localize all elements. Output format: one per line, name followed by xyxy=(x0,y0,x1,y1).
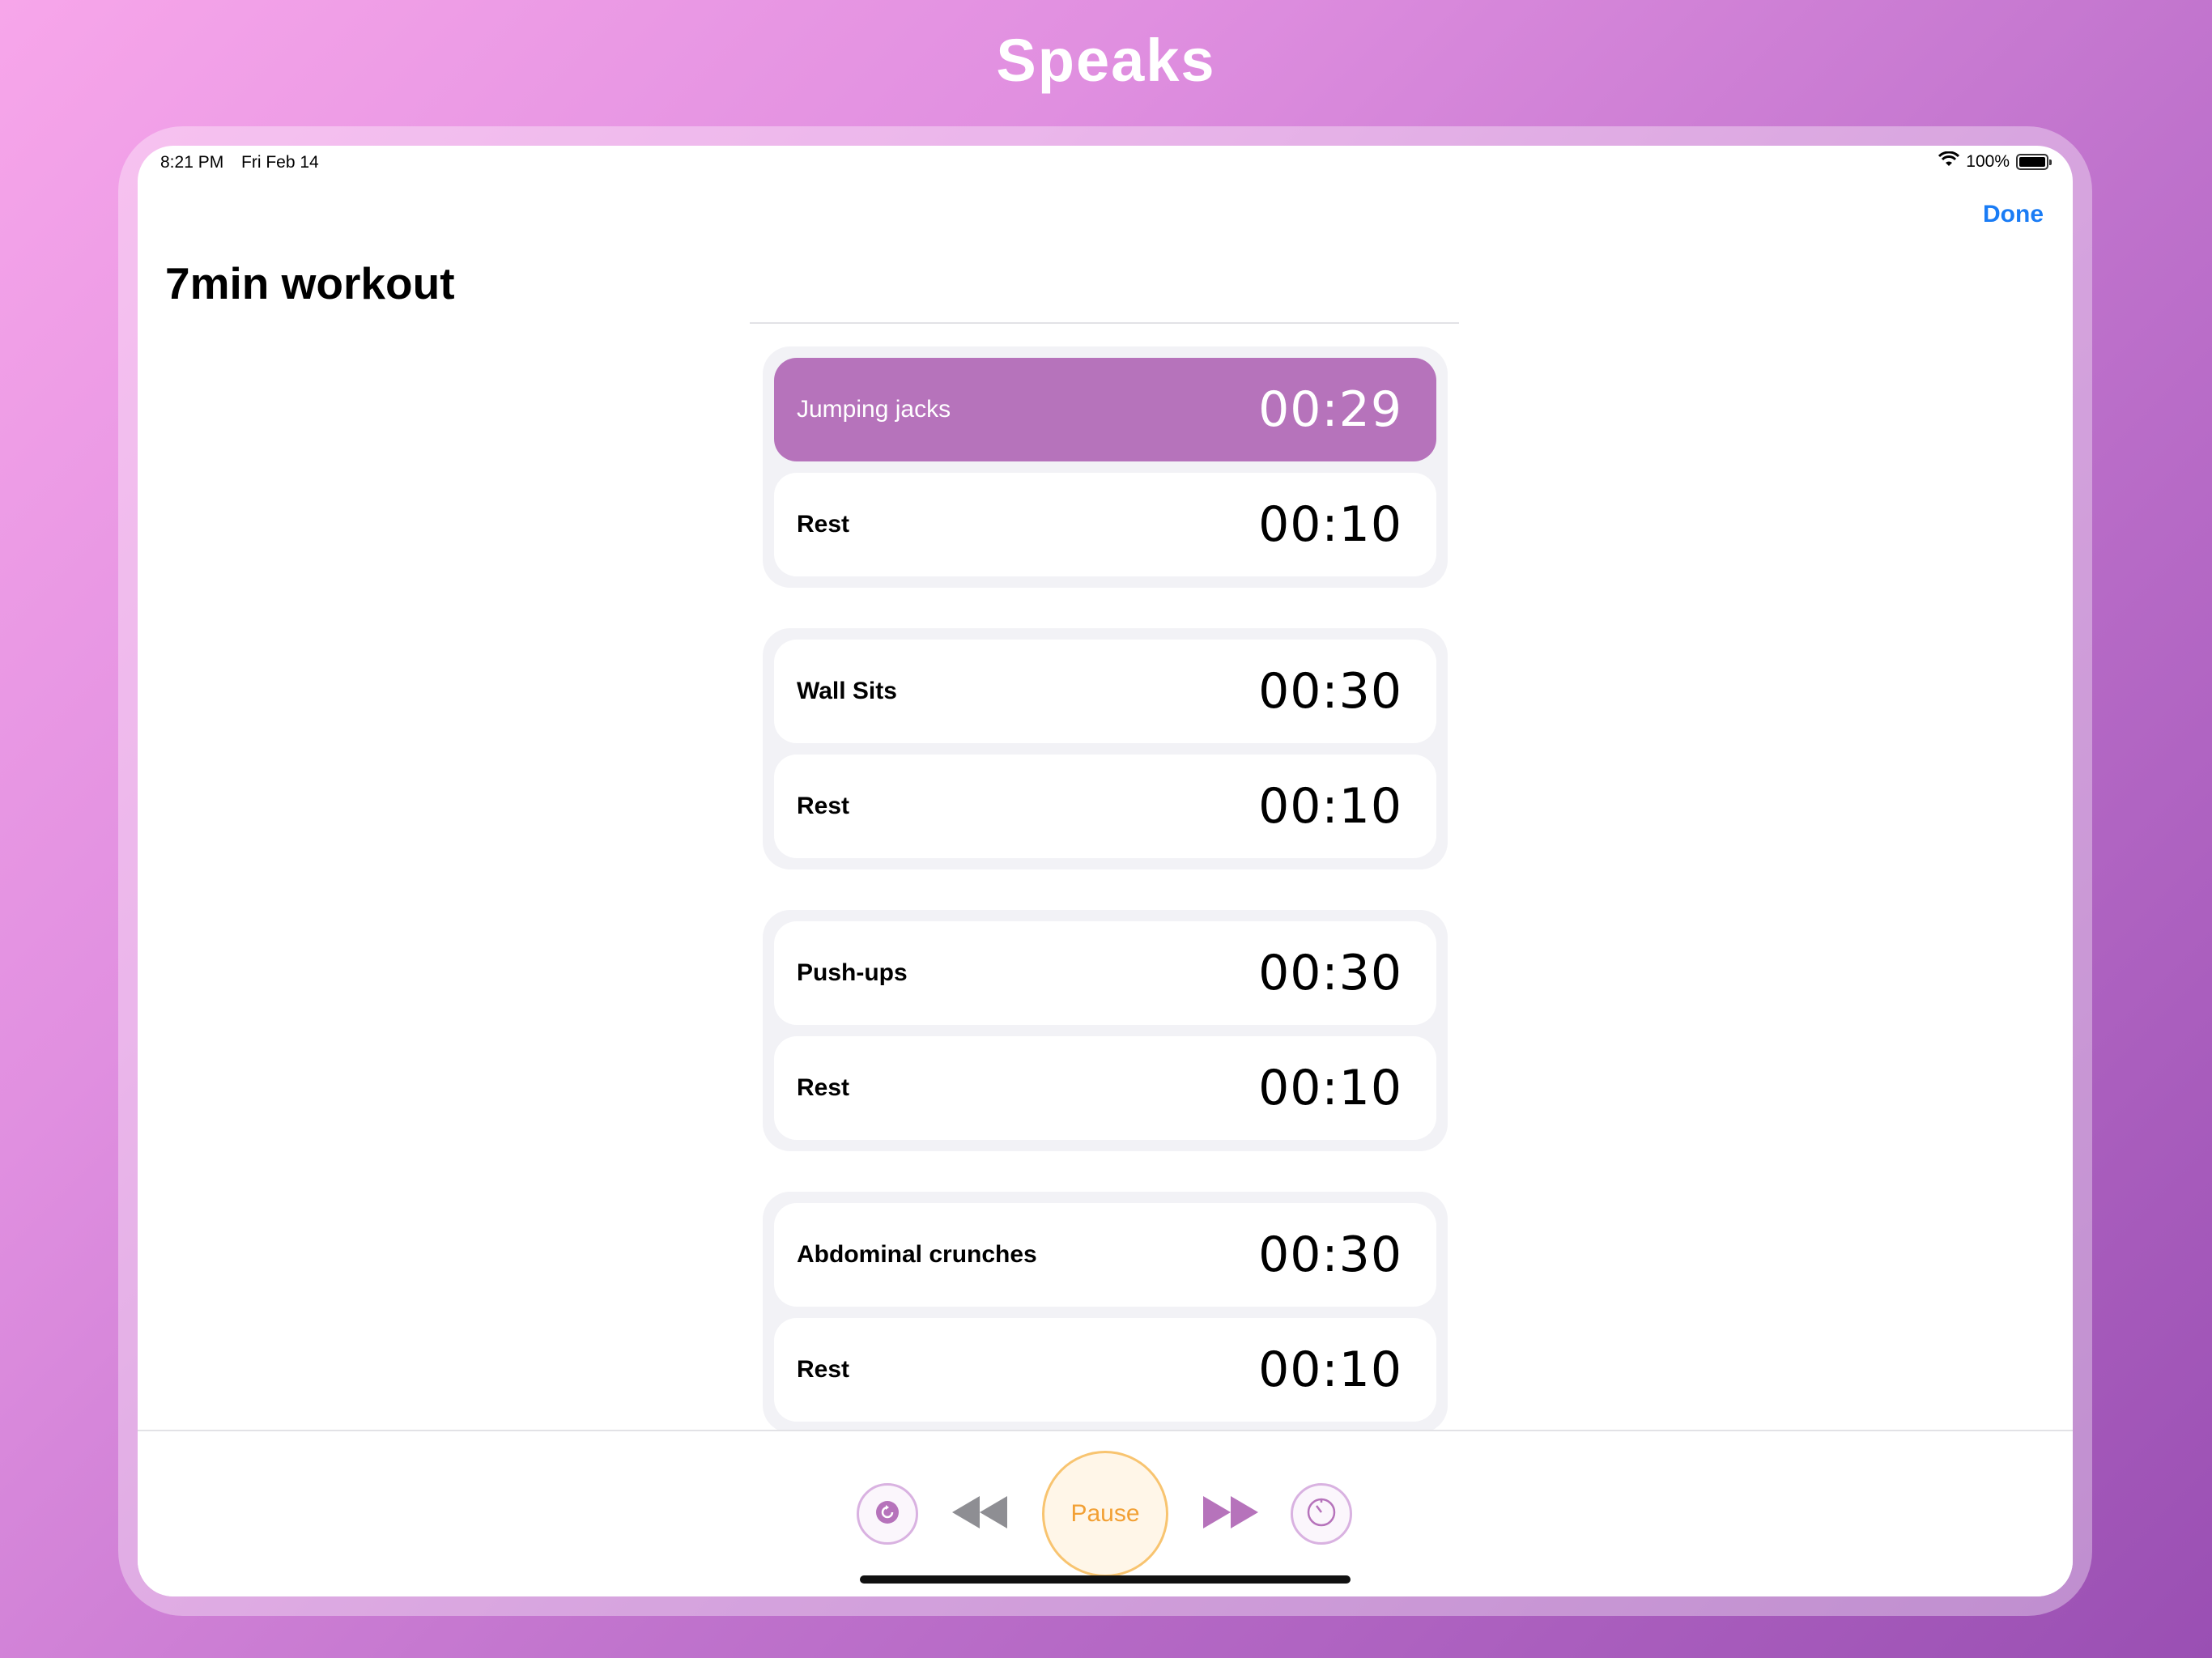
status-date: Fri Feb 14 xyxy=(241,153,319,172)
rest-time: 00:10 xyxy=(1258,778,1402,835)
previous-button[interactable] xyxy=(947,1488,1012,1540)
exercise-time: 00:30 xyxy=(1258,663,1402,720)
rest-time: 00:10 xyxy=(1258,1060,1402,1116)
done-button[interactable]: Done xyxy=(1983,201,2044,228)
exercise-name: Wall Sits xyxy=(797,678,897,704)
battery-icon xyxy=(2016,154,2052,170)
rest-label: Rest xyxy=(797,793,850,819)
rest-row[interactable]: Rest 00:10 xyxy=(774,473,1436,576)
restart-icon xyxy=(871,1496,904,1533)
exercise-time: 00:30 xyxy=(1258,945,1402,1001)
exercise-row[interactable]: Abdominal crunches 00:30 xyxy=(774,1203,1436,1307)
pause-button[interactable]: Pause xyxy=(1042,1451,1168,1577)
wifi-icon xyxy=(1938,151,1960,172)
status-time: 8:21 PM xyxy=(160,153,224,172)
pause-label: Pause xyxy=(1070,1500,1140,1527)
exercise-row[interactable]: Wall Sits 00:30 xyxy=(774,640,1436,743)
header-divider xyxy=(750,322,1459,324)
rest-label: Rest xyxy=(797,1356,850,1383)
rest-row[interactable]: Rest 00:10 xyxy=(774,755,1436,858)
exercise-time: 00:29 xyxy=(1258,381,1402,438)
rest-time: 00:10 xyxy=(1258,1341,1402,1398)
rest-time: 00:10 xyxy=(1258,496,1402,553)
exercise-time: 00:30 xyxy=(1258,1226,1402,1283)
rest-row[interactable]: Rest 00:10 xyxy=(774,1036,1436,1140)
timer-button[interactable] xyxy=(1291,1483,1352,1545)
rest-label: Rest xyxy=(797,511,850,538)
exercise-group: Wall Sits 00:30 Rest 00:10 xyxy=(763,628,1448,869)
restart-button[interactable] xyxy=(857,1483,918,1545)
app-screen: 8:21 PM Fri Feb 14 100% Done 7min workou… xyxy=(138,146,2073,1596)
playback-toolbar: Pause xyxy=(138,1431,2073,1596)
exercise-group: Push-ups 00:30 Rest 00:10 xyxy=(763,910,1448,1151)
status-bar: 8:21 PM Fri Feb 14 100% xyxy=(138,146,2073,178)
workout-list[interactable]: Jumping jacks 00:29 Rest 00:10 Wall Sits… xyxy=(763,346,1448,1473)
exercise-name: Push-ups xyxy=(797,959,908,986)
previous-icon xyxy=(951,1494,1009,1534)
timer-icon xyxy=(1304,1494,1339,1534)
exercise-group: Jumping jacks 00:29 Rest 00:10 xyxy=(763,346,1448,588)
home-indicator xyxy=(860,1575,1351,1584)
next-button[interactable] xyxy=(1198,1488,1263,1540)
exercise-name: Abdominal crunches xyxy=(797,1241,1037,1268)
promo-title: Speaks xyxy=(996,27,1216,94)
exercise-row[interactable]: Push-ups 00:30 xyxy=(774,921,1436,1025)
rest-row[interactable]: Rest 00:10 xyxy=(774,1318,1436,1422)
battery-percent: 100% xyxy=(1966,152,2010,171)
exercise-group: Abdominal crunches 00:30 Rest 00:10 xyxy=(763,1192,1448,1433)
exercise-row-active[interactable]: Jumping jacks 00:29 xyxy=(774,358,1436,461)
status-indicators: 100% xyxy=(1938,151,2052,172)
page-title: 7min workout xyxy=(165,258,455,308)
exercise-name: Jumping jacks xyxy=(797,396,951,423)
next-icon xyxy=(1202,1494,1260,1534)
rest-label: Rest xyxy=(797,1074,850,1101)
